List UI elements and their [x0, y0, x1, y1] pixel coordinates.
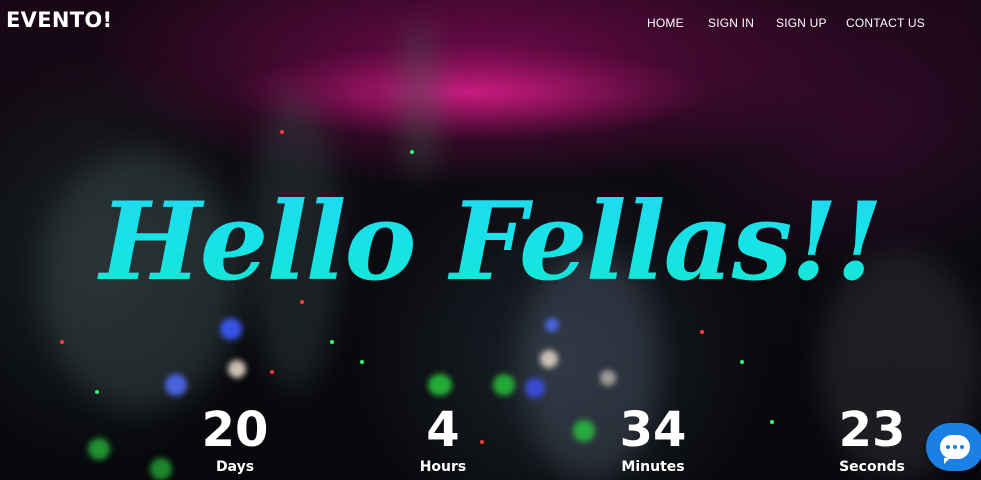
bokeh-light	[150, 458, 172, 480]
laser-dot	[410, 150, 414, 154]
countdown-seconds-label: Seconds	[839, 459, 905, 475]
bokeh-light	[545, 318, 559, 332]
bokeh-light	[540, 350, 558, 368]
laser-dot	[360, 360, 364, 364]
nav-item-contact-us[interactable]: CONTACT US	[846, 16, 936, 30]
laser-dot	[280, 130, 284, 134]
countdown-minutes-label: Minutes	[621, 459, 685, 475]
laser-dot	[270, 370, 274, 374]
countdown-minutes: 34 Minutes	[603, 400, 703, 474]
chat-bubble-icon	[940, 435, 970, 464]
site-logo[interactable]: EVENTO!	[6, 8, 112, 32]
countdown-days: 20 Days	[185, 400, 285, 474]
nav-item-sign-up[interactable]: SIGN UP	[776, 16, 836, 30]
countdown-seconds: 23 Seconds	[822, 400, 922, 474]
nav-item-sign-in[interactable]: SIGN IN	[708, 16, 768, 30]
laser-dot	[770, 420, 774, 424]
raised-arm	[400, 20, 440, 180]
bokeh-light	[525, 378, 545, 398]
countdown-hours: 4 Hours	[393, 400, 493, 474]
bokeh-light	[428, 374, 452, 396]
bokeh-light	[228, 360, 246, 378]
countdown-days-value: 20	[201, 402, 269, 458]
bokeh-light	[88, 438, 110, 460]
laser-dot	[700, 330, 704, 334]
countdown-seconds-value: 23	[838, 402, 906, 458]
laser-dot	[95, 390, 99, 394]
chat-button[interactable]	[926, 423, 981, 471]
hero-headline: Hello Fellas!!	[0, 172, 981, 312]
nav-item-home[interactable]: HOME	[647, 16, 684, 30]
bokeh-light	[600, 370, 616, 386]
laser-dot	[740, 360, 744, 364]
countdown-minutes-value: 34	[619, 402, 687, 458]
countdown-hours-value: 4	[426, 402, 460, 458]
countdown-hours-label: Hours	[419, 459, 467, 475]
bokeh-light	[165, 374, 187, 396]
bokeh-light	[493, 374, 515, 396]
bokeh-light	[573, 420, 595, 442]
countdown-days-label: Days	[215, 459, 255, 475]
laser-dot	[330, 340, 334, 344]
laser-dot	[60, 340, 64, 344]
bokeh-light	[220, 318, 242, 340]
